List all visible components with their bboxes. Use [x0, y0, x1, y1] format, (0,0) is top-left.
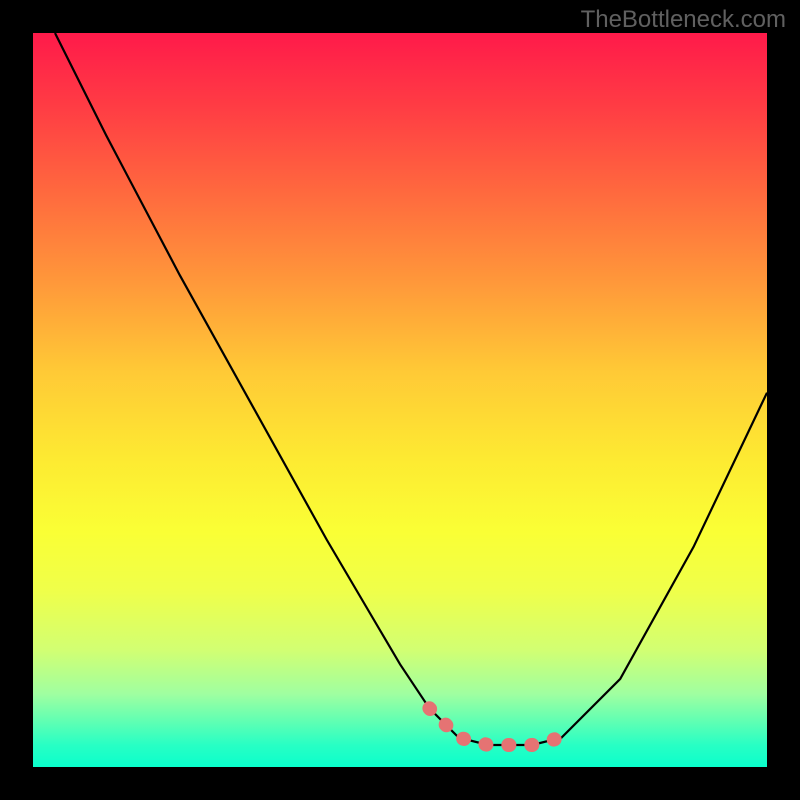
- watermark-text: TheBottleneck.com: [581, 6, 786, 34]
- bottom-highlight: [429, 708, 561, 745]
- curve-layer: [33, 33, 767, 767]
- bottleneck-curve: [55, 33, 767, 745]
